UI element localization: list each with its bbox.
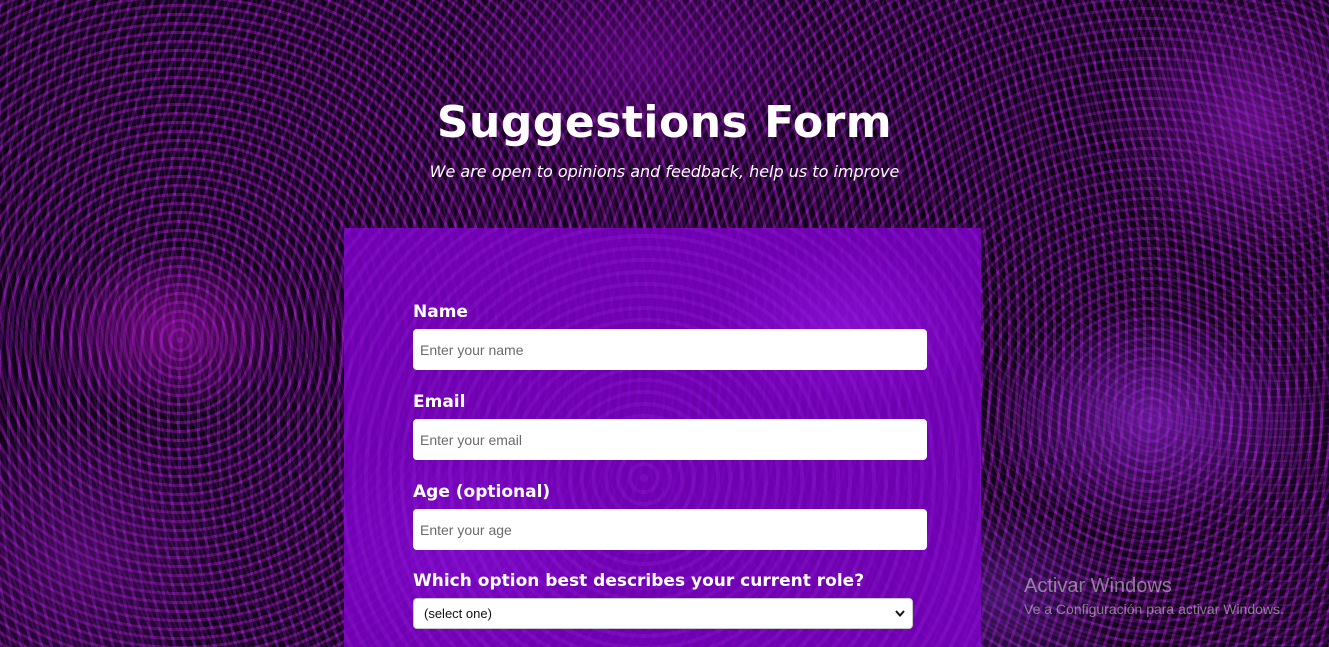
role-selected-value: (select one) <box>424 606 492 621</box>
email-label: Email <box>413 392 466 412</box>
age-field-group: Age (optional) <box>413 481 927 550</box>
name-input[interactable] <box>413 329 927 370</box>
name-label: Name <box>413 302 468 322</box>
age-input[interactable] <box>413 509 927 550</box>
email-input[interactable] <box>413 419 927 460</box>
suggestions-form: Name Email Age (optional) Which option b… <box>344 228 981 647</box>
age-label: Age (optional) <box>413 482 551 502</box>
watermark-title: Activar Windows <box>1024 575 1172 597</box>
page-title: Suggestions Form <box>436 97 893 148</box>
name-field-group: Name <box>413 301 927 370</box>
role-field-group: Which option best describes your current… <box>413 570 927 629</box>
page-subtitle: We are open to opinions and feedback, he… <box>429 162 900 181</box>
role-label: Which option best describes your current… <box>413 571 865 591</box>
chevron-down-icon <box>894 599 906 628</box>
email-field-group: Email <box>413 391 927 460</box>
watermark-subtitle: Ve a Configuración para activar Windows. <box>1024 601 1284 617</box>
activation-watermark: Activar Windows Ve a Configuración para … <box>1024 574 1284 618</box>
page-header: Suggestions Form We are open to opinions… <box>0 95 1329 183</box>
role-dropdown[interactable]: (select one) <box>413 598 913 629</box>
